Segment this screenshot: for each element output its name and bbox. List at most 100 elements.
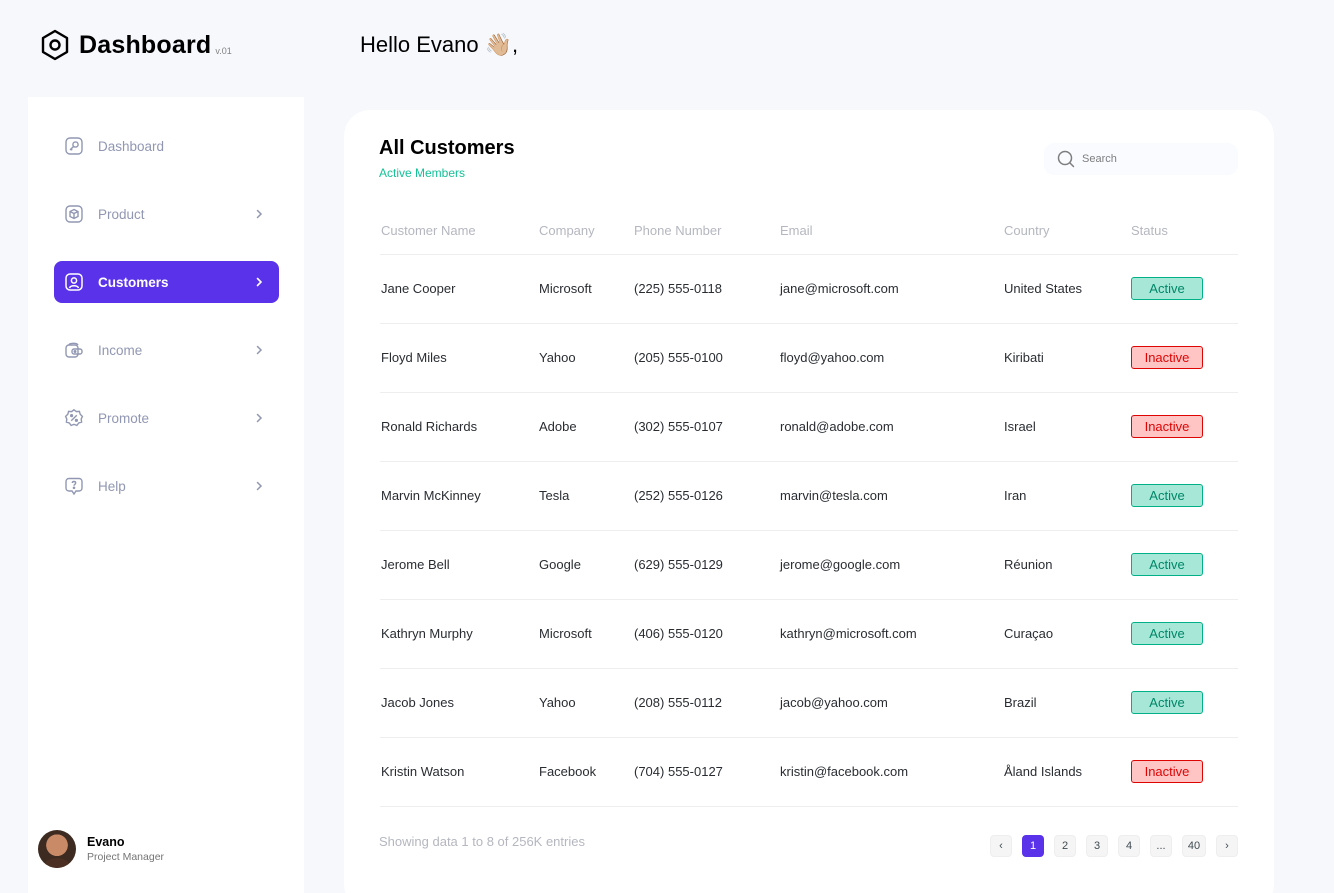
sidebar: Dashboard Product Customers Income Promo… [28,97,304,893]
page-button-3[interactable]: 3 [1086,835,1108,857]
avatar [38,830,76,868]
sidebar-item-customers[interactable]: Customers [54,261,279,303]
table-row[interactable]: Jane Cooper Microsoft (225) 555-0118 jan… [380,254,1238,324]
column-header-email[interactable]: Email [779,208,1003,255]
cell-phone: (208) 555-0112 [633,668,779,738]
cell-status: Inactive [1130,392,1238,462]
cell-phone: (704) 555-0127 [633,737,779,807]
sidebar-item-label: Customers [98,274,169,290]
chevron-right-icon [253,480,265,492]
sidebar-item-income[interactable]: Income [54,329,279,371]
cell-customer-name: Jacob Jones [380,668,538,738]
cell-customer-name: Jerome Bell [380,530,538,600]
column-header-status[interactable]: Status [1130,208,1238,255]
cell-status: Active [1130,254,1238,324]
cell-customer-name: Ronald Richards [380,392,538,462]
table-header-row: Customer Name Company Phone Number Email… [380,208,1238,255]
table-row[interactable]: Jerome Bell Google (629) 555-0129 jerome… [380,530,1238,600]
cell-phone: (629) 555-0129 [633,530,779,600]
cell-country: Curaçao [1003,599,1130,669]
chevron-right-icon [253,208,265,220]
column-header-phone-number[interactable]: Phone Number [633,208,779,255]
greeting-text: Hello Evano [360,32,479,57]
sidebar-item-dashboard[interactable]: Dashboard [54,125,279,167]
cell-company: Adobe [538,392,633,462]
message-question-icon [64,476,84,496]
cell-email: jane@microsoft.com [779,254,1003,324]
table-row[interactable]: Kathryn Murphy Microsoft (406) 555-0120 … [380,599,1238,669]
page-button-4[interactable]: 4 [1118,835,1140,857]
sidebar-item-product[interactable]: Product [54,193,279,235]
search-input[interactable] [1082,153,1222,165]
cell-company: Tesla [538,461,633,531]
cell-country: Brazil [1003,668,1130,738]
status-badge: Inactive [1131,760,1203,783]
table-row[interactable]: Marvin McKinney Tesla (252) 555-0126 mar… [380,461,1238,531]
status-badge: Active [1131,553,1203,576]
sidebar-item-label: Help [98,478,126,494]
chevron-right-icon [253,344,265,356]
user-square-icon [64,272,84,292]
cell-customer-name: Jane Cooper [380,254,538,324]
cell-company: Microsoft [538,254,633,324]
cell-email: ronald@adobe.com [779,392,1003,462]
brand-version: v.01 [215,46,232,56]
next-page-button[interactable]: › [1216,835,1238,857]
status-badge: Active [1131,484,1203,507]
cell-company: Facebook [538,737,633,807]
profile-role: Project Manager [87,851,165,863]
status-badge: Active [1131,277,1203,300]
cell-phone: (225) 555-0118 [633,254,779,324]
cell-company: Yahoo [538,668,633,738]
status-badge: Active [1131,622,1203,645]
column-header-customer-name[interactable]: Customer Name [380,208,538,255]
cube-icon [64,204,84,224]
cell-status: Active [1130,461,1238,531]
table-row[interactable]: Kristin Watson Facebook (704) 555-0127 k… [380,737,1238,807]
discount-shape-icon [64,408,84,428]
cell-status: Inactive [1130,737,1238,807]
prev-page-button[interactable]: ‹ [990,835,1012,857]
cell-email: floyd@yahoo.com [779,323,1003,393]
cell-country: Iran [1003,461,1130,531]
page-subtitle: Active Members [379,166,466,180]
table-row[interactable]: Ronald Richards Adobe (302) 555-0107 ron… [380,392,1238,462]
sidebar-item-help[interactable]: Help [54,465,279,507]
greeting-suffix: , [512,32,519,57]
customers-card: All Customers Active Members Customer Na… [344,110,1274,893]
page-button-40[interactable]: 40 [1182,835,1206,857]
page-title: All Customers [379,137,515,159]
sidebar-item-label: Product [98,206,145,222]
cell-customer-name: Kathryn Murphy [380,599,538,669]
page-button-2[interactable]: 2 [1054,835,1076,857]
sidebar-item-promote[interactable]: Promote [54,397,279,439]
cell-email: kathryn@microsoft.com [779,599,1003,669]
cell-email: jacob@yahoo.com [779,668,1003,738]
status-badge: Inactive [1131,415,1203,438]
sidebar-nav: Dashboard Product Customers Income Promo… [54,125,279,533]
cell-customer-name: Marvin McKinney [380,461,538,531]
brand: Dashboard v.01 [40,28,232,62]
table-row[interactable]: Jacob Jones Yahoo (208) 555-0112 jacob@y… [380,668,1238,738]
cell-customer-name: Kristin Watson [380,737,538,807]
cell-phone: (302) 555-0107 [633,392,779,462]
cell-status: Active [1130,668,1238,738]
cell-country: Réunion [1003,530,1130,600]
sidebar-item-label: Dashboard [98,138,165,154]
column-header-company[interactable]: Company [538,208,633,255]
cell-status: Active [1130,530,1238,600]
cell-country: Åland Islands [1003,737,1130,807]
cell-company: Microsoft [538,599,633,669]
waving-hand-icon: 👋🏼 [484,32,513,57]
cell-email: jerome@google.com [779,530,1003,600]
status-badge: Inactive [1131,346,1203,369]
cell-country: United States [1003,254,1130,324]
table-row[interactable]: Floyd Miles Yahoo (205) 555-0100 floyd@y… [380,323,1238,393]
key-icon [64,136,84,156]
column-header-country[interactable]: Country [1003,208,1130,255]
cell-country: Kiribati [1003,323,1130,393]
page-button-1[interactable]: 1 [1022,835,1044,857]
cell-status: Active [1130,599,1238,669]
user-profile[interactable]: Evano Project Manager [38,830,164,868]
cell-phone: (252) 555-0126 [633,461,779,531]
